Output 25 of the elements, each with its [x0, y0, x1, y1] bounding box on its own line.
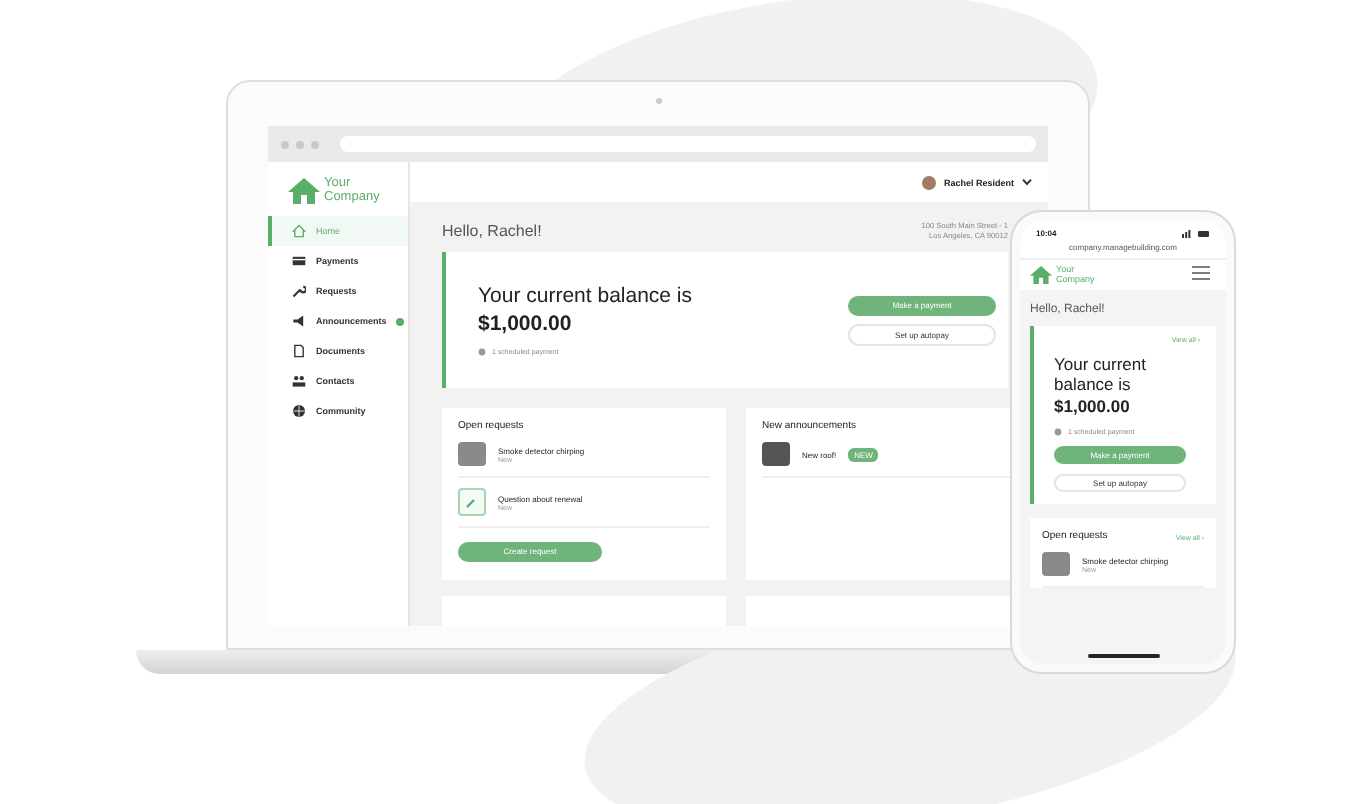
megaphone-icon [292, 314, 306, 328]
people-icon [292, 374, 306, 388]
card-icon [292, 254, 306, 268]
chevron-down-icon [1022, 178, 1032, 186]
status-icons [1182, 229, 1210, 237]
balance-amount: $1,000.00 [1054, 396, 1132, 417]
balance-label: Your current balance is [1054, 354, 1148, 395]
clock-icon [478, 348, 486, 356]
house-icon [292, 224, 306, 238]
window-controls-icon [280, 139, 324, 149]
menu-icon[interactable] [1192, 265, 1210, 280]
house-logo-icon [1030, 266, 1052, 285]
greeting: Hello, Rachel! [442, 222, 542, 240]
camera-icon [656, 98, 662, 104]
document-icon [292, 344, 306, 358]
balance-label: Your current balance is [478, 284, 693, 308]
house-logo-icon [288, 178, 320, 204]
photo-placeholder [458, 442, 486, 466]
photo-placeholder [1042, 552, 1070, 577]
balance-amount: $1,000.00 [478, 312, 574, 336]
globe-icon [292, 404, 306, 418]
clock-icon [1054, 428, 1062, 437]
photo-placeholder [762, 442, 790, 466]
avatar [921, 175, 936, 189]
home-indicator [1088, 654, 1160, 658]
